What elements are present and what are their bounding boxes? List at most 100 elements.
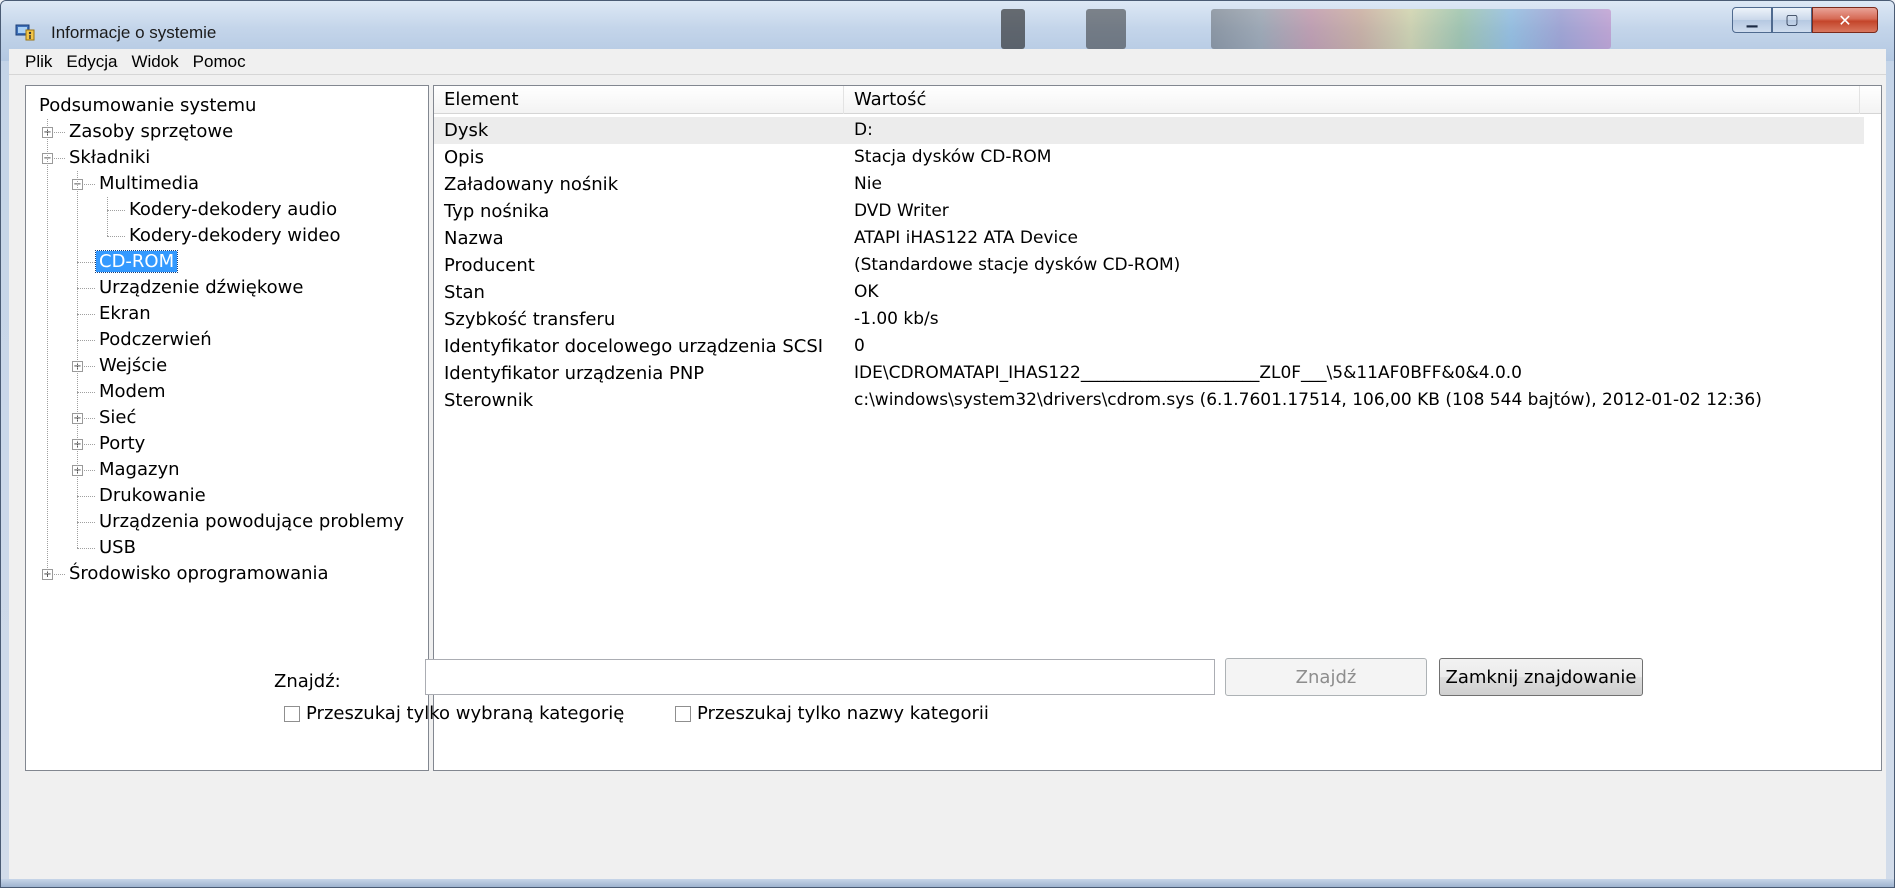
minimize-icon: ▁ [1746, 12, 1758, 28]
element-cell: Producent [444, 255, 535, 276]
tree-connector [77, 314, 95, 315]
value-cell: Stacja dysków CD-ROM [854, 147, 1052, 167]
tree-item[interactable]: Modem [96, 379, 169, 405]
maximize-button[interactable]: ▢ [1772, 7, 1812, 33]
element-cell: Stan [444, 282, 485, 303]
value-cell: DVD Writer [854, 201, 949, 221]
system-info-icon [15, 24, 35, 41]
tree-item[interactable]: CD-ROM [94, 249, 179, 275]
list-row[interactable]: Sterownik c:\windows\system32\drivers\cdr… [434, 387, 1864, 414]
tree-item[interactable]: Magazyn [96, 457, 183, 483]
tree-item-label: Zasoby sprzętowe [69, 121, 234, 142]
title-glass-decoration [1086, 9, 1126, 49]
list-row[interactable]: Załadowany nośnik Nie [434, 171, 1864, 198]
list-row[interactable]: Opis Stacja dysków CD-ROM [434, 144, 1864, 171]
find-button[interactable]: Znajdź [1225, 658, 1427, 696]
menu-pomoc[interactable]: Pomoc [193, 52, 246, 72]
element-cell: Szybkość transferu [444, 309, 616, 330]
tree-item[interactable]: Drukowanie [96, 483, 209, 509]
tree-connector [77, 548, 95, 549]
element-cell: Identyfikator docelowego urządzenia SCSI [444, 336, 824, 357]
tree-connector [107, 236, 125, 237]
tree-item[interactable]: Urządzenia powodujące problemy [96, 509, 407, 535]
checkbox-category-names[interactable]: Przeszukaj tylko nazwy kategorii [675, 703, 989, 724]
tree-item-label: USB [99, 537, 136, 558]
list-row[interactable]: Typ nośnika DVD Writer [434, 198, 1864, 225]
checkbox-label: Przeszukaj tylko nazwy kategorii [697, 703, 989, 724]
tree-item[interactable]: Porty [96, 431, 148, 457]
window-border-bottom [1, 879, 1894, 887]
element-cell: Dysk [444, 120, 489, 141]
checkbox-box[interactable] [284, 705, 300, 722]
menu-widok[interactable]: Widok [131, 52, 178, 72]
minimize-button[interactable]: ▁ [1732, 7, 1772, 33]
close-button[interactable]: ✕ [1812, 7, 1878, 33]
title-glass-decoration [1001, 9, 1025, 49]
element-cell: Sterownik [444, 390, 534, 411]
tree-connector [77, 340, 95, 341]
value-cell: c:\windows\system32\drivers\cdrom.sys (6… [854, 390, 1762, 410]
find-label: Znajdź: [274, 671, 341, 692]
tree-connector [77, 262, 95, 263]
caption-buttons: ▁ ▢ ✕ [1732, 7, 1878, 33]
tree-connector [77, 392, 95, 393]
tree-item[interactable]: Sieć [96, 405, 139, 431]
column-element-header[interactable]: Element [434, 86, 844, 114]
title-glass-decoration [1211, 9, 1611, 49]
tree-item[interactable]: Multimedia [96, 171, 202, 197]
list-row[interactable]: Dysk D: [434, 117, 1864, 144]
tree-connector [77, 288, 95, 289]
close-find-button[interactable]: Zamknij znajdowanie [1439, 658, 1643, 696]
value-cell: (Standardowe stacje dysków CD-ROM) [854, 255, 1181, 275]
element-cell: Typ nośnika [444, 201, 550, 222]
tree-item[interactable]: Podczerwień [96, 327, 215, 353]
tree-item-label: Składniki [69, 147, 151, 168]
tree-item[interactable]: Podsumowanie systemu [36, 93, 259, 119]
tree-item-label: Wejście [99, 355, 168, 376]
tree-item-label: Porty [99, 433, 146, 454]
category-tree[interactable]: Podsumowanie systemu + Zasoby sprzętowe − Sk… [25, 85, 429, 771]
value-cell: -1.00 kb/s [854, 309, 939, 329]
tree-item[interactable]: Zasoby sprzętowe [66, 119, 236, 145]
find-input[interactable] [425, 659, 1215, 695]
menu-plik[interactable]: Plik [25, 52, 52, 72]
tree-item[interactable]: Kodery-dekodery audio [126, 197, 340, 223]
list-row[interactable]: Identyfikator docelowego urządzenia SCSI… [434, 333, 1864, 360]
menu-edycja[interactable]: Edycja [66, 52, 117, 72]
list-row[interactable]: Nazwa ATAPI iHAS122 ATA Device [434, 225, 1864, 252]
tree-connector [107, 210, 125, 211]
value-cell: OK [854, 282, 879, 302]
tree-item-label: Multimedia [99, 173, 200, 194]
menu-bar: Plik Edycja Widok Pomoc [9, 49, 1886, 75]
tree-item-label: Kodery-dekodery audio [129, 199, 338, 220]
value-cell: 0 [854, 336, 865, 356]
tree-item[interactable]: Środowisko oprogramowania [66, 561, 332, 587]
tree-item[interactable]: Kodery-dekodery wideo [126, 223, 343, 249]
tree-item[interactable]: Składniki [66, 145, 153, 171]
tree-connector [77, 522, 95, 523]
tree-guide-line [107, 197, 108, 236]
tree-guide-line [47, 119, 48, 574]
tree-item-label: Drukowanie [99, 485, 206, 506]
tree-item-label: Urządzenia powodujące problemy [99, 511, 405, 532]
tree-item-label: CD-ROM [94, 250, 179, 273]
column-value-header[interactable]: Wartość [844, 86, 1860, 114]
tree-item[interactable]: Wejście [96, 353, 170, 379]
checkbox-box[interactable] [675, 705, 691, 722]
list-row[interactable]: Stan OK [434, 279, 1864, 306]
tree-item-label: Urządzenie dźwiękowe [99, 277, 304, 298]
value-cell: Nie [854, 174, 882, 194]
tree-item[interactable]: USB [96, 535, 139, 561]
tree-item-label: Sieć [99, 407, 137, 428]
tree-item[interactable]: Urządzenie dźwiękowe [96, 275, 306, 301]
maximize-icon: ▢ [1785, 12, 1799, 28]
tree-connector [77, 496, 95, 497]
list-row[interactable]: Producent (Standardowe stacje dysków CD-R… [434, 252, 1864, 279]
tree-item[interactable]: Ekran [96, 301, 154, 327]
client-area: Podsumowanie systemu + Zasoby sprzętowe − Sk… [9, 75, 1886, 881]
checkbox-selected-category[interactable]: Przeszukaj tylko wybraną kategorię [284, 703, 624, 724]
element-cell: Załadowany nośnik [444, 174, 619, 195]
list-row[interactable]: Identyfikator urządzenia PNP IDE\CDROMATA… [434, 360, 1864, 387]
app-window: Informacje o systemie ▁ ▢ ✕ Plik Edycja … [0, 0, 1895, 888]
list-row[interactable]: Szybkość transferu -1.00 kb/s [434, 306, 1864, 333]
